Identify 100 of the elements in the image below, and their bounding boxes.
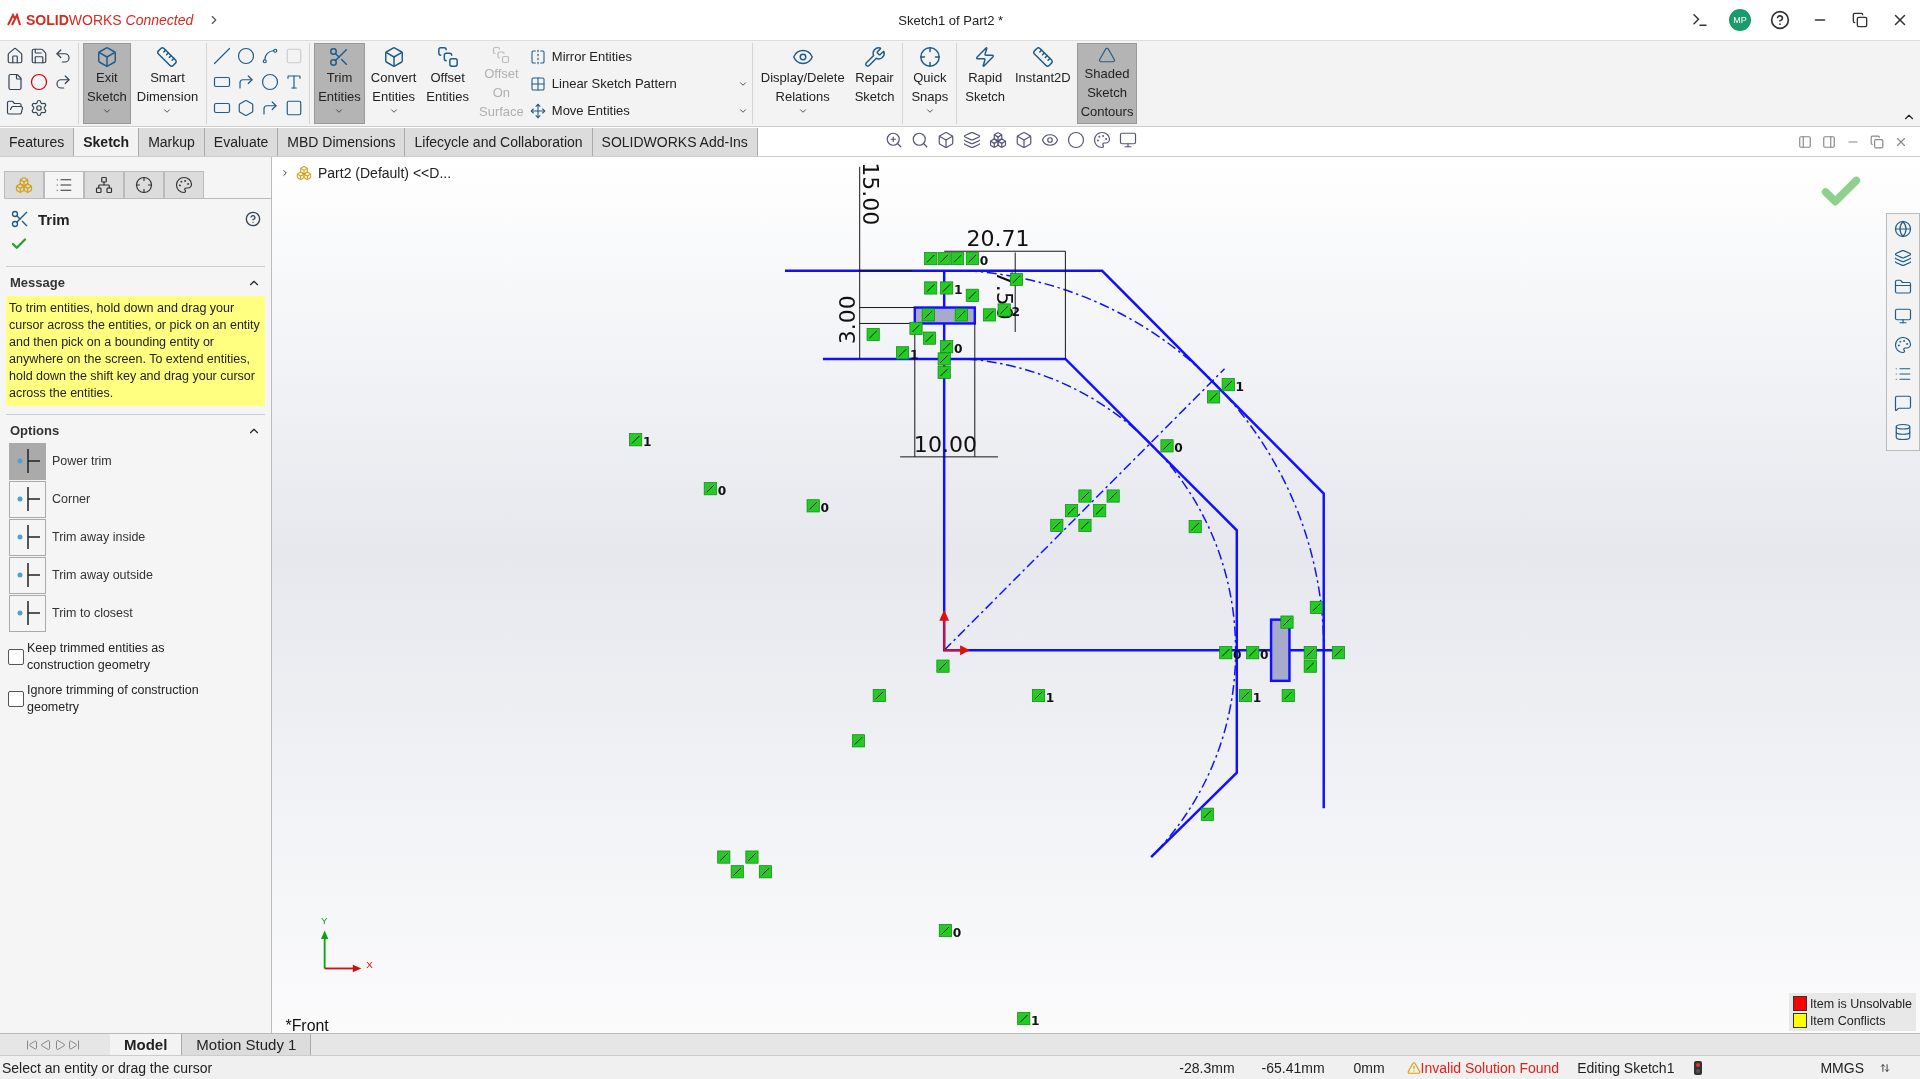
scene-icon[interactable] (1092, 131, 1111, 149)
restore-icon[interactable] (1852, 12, 1868, 28)
view-icon[interactable] (936, 131, 955, 149)
lightning-icon[interactable] (974, 46, 997, 68)
dotted-square-icon[interactable] (285, 46, 304, 65)
caret-icon[interactable] (162, 106, 173, 116)
previous-icon[interactable] (40, 1038, 52, 1051)
panel-tab[interactable] (124, 171, 164, 198)
database-icon[interactable] (1894, 423, 1912, 441)
text-tool-icon[interactable] (285, 73, 304, 91)
command-tab[interactable]: SOLIDWORKS Add-Ins (592, 127, 758, 156)
unit-system[interactable]: MMGS (1820, 1059, 1864, 1076)
folder-icon[interactable] (6, 99, 24, 118)
property-list-icon[interactable] (55, 176, 73, 194)
help-icon[interactable] (1770, 10, 1790, 30)
settings-icon[interactable] (30, 99, 48, 118)
terminal-icon[interactable] (1691, 11, 1709, 29)
ribbon-button[interactable]: Display/Delete Relations (756, 43, 849, 124)
command-tab[interactable]: Lifecycle and Collaboration (405, 127, 593, 156)
option-button[interactable] (9, 556, 46, 594)
ribbon-button[interactable]: Repair Sketch (850, 43, 899, 124)
ribbon-button[interactable]: Rapid Sketch (961, 43, 1009, 124)
offset-icon[interactable] (436, 46, 459, 68)
section-view-icon[interactable] (962, 131, 981, 149)
properties-icon[interactable] (1894, 365, 1912, 383)
view-orientation-icon[interactable] (988, 131, 1007, 149)
mirror-icon[interactable] (529, 48, 546, 65)
ribbon-button[interactable]: Move Entities (529, 97, 748, 124)
zoom-fit-icon[interactable] (884, 131, 903, 149)
new-document-icon[interactable] (6, 73, 24, 91)
circle-tool-icon[interactable] (237, 46, 256, 65)
expand-icon[interactable] (280, 168, 290, 178)
solve-status[interactable]: Invalid Solution Found (1420, 1059, 1560, 1076)
dimension-icon[interactable] (156, 46, 179, 68)
ribbon-button[interactable]: Exit Sketch (83, 43, 131, 124)
model-tab[interactable]: Motion Study 1 (182, 1034, 312, 1055)
option-button[interactable] (9, 480, 46, 518)
snap-icon[interactable] (918, 46, 941, 68)
ribbon-button[interactable]: Trim Entities (314, 43, 365, 124)
appearance-icon[interactable] (1066, 131, 1085, 149)
globe-icon[interactable] (1894, 220, 1912, 238)
units-caret-icon[interactable] (1880, 1062, 1890, 1073)
zoom-area-icon[interactable] (910, 131, 929, 149)
caret-icon[interactable] (797, 106, 808, 116)
monitor-icon[interactable] (1118, 131, 1137, 149)
visibility-icon[interactable] (1040, 131, 1059, 149)
home-icon[interactable] (6, 46, 24, 65)
first-icon[interactable] (26, 1038, 38, 1051)
folder-icon[interactable] (1894, 278, 1912, 296)
panel-right-icon[interactable] (1822, 134, 1836, 149)
appearance-icon[interactable] (1894, 336, 1912, 354)
crosshair-icon[interactable] (135, 176, 153, 194)
ribbon-button[interactable]: Instant2D (1011, 43, 1075, 124)
ribbon-button[interactable]: Shaded Sketch Contours (1076, 43, 1138, 124)
forum-icon[interactable] (1894, 394, 1912, 412)
line-tool-icon[interactable] (213, 46, 232, 65)
next-icon[interactable] (54, 1038, 66, 1051)
command-tab[interactable]: Sketch (74, 127, 140, 156)
panel-tab[interactable] (164, 171, 204, 198)
model-tab[interactable]: Model (110, 1034, 183, 1055)
save-icon[interactable] (30, 46, 48, 65)
option-button[interactable] (9, 594, 46, 632)
checkbox[interactable] (8, 649, 24, 665)
configuration-icon[interactable] (95, 176, 113, 194)
user-avatar[interactable]: MP (1729, 9, 1751, 31)
command-tab[interactable]: Features (0, 127, 75, 156)
option-button[interactable] (9, 518, 46, 556)
repair-icon[interactable] (863, 46, 886, 68)
ribbon-button[interactable]: Convert Entities (366, 43, 421, 124)
cube-icon[interactable] (382, 46, 405, 68)
tree-item[interactable]: Part2 (Default) <<D... (318, 165, 452, 181)
ribbon-button[interactable]: Mirror Entities (529, 43, 748, 70)
view-palette-icon[interactable] (1894, 307, 1912, 325)
arc-tool-icon[interactable] (237, 73, 256, 91)
undo-icon[interactable] (54, 46, 72, 65)
ribbon-button[interactable]: Smart Dimension (132, 43, 203, 124)
caret-icon[interactable] (334, 106, 345, 116)
trim-icon[interactable] (10, 209, 30, 229)
last-icon[interactable] (68, 1038, 80, 1051)
pattern-icon[interactable] (529, 75, 546, 92)
polygon-tool-icon[interactable] (237, 99, 256, 118)
caret-icon[interactable] (924, 106, 935, 116)
point-tool-icon[interactable] (285, 99, 304, 118)
caret-icon[interactable] (101, 106, 112, 116)
caret-icon[interactable] (388, 106, 399, 116)
command-tab[interactable]: Markup (139, 127, 205, 156)
help-icon[interactable] (245, 211, 261, 227)
ribbon-button[interactable]: Quick Snaps (907, 43, 953, 124)
color-wheel-icon[interactable] (175, 176, 193, 194)
checkbox[interactable] (8, 691, 24, 707)
ribbon-button[interactable]: Linear Sketch Pattern (529, 70, 748, 97)
redo-icon[interactable] (54, 73, 72, 91)
library-icon[interactable] (1894, 249, 1912, 267)
command-tab[interactable]: MBD Dimensions (278, 127, 406, 156)
panel-tab[interactable] (84, 171, 124, 198)
option-button[interactable] (9, 442, 46, 480)
display-style-icon[interactable] (1014, 131, 1033, 149)
ellipse-tool-icon[interactable] (261, 73, 280, 91)
ribbon-button[interactable]: Offset Entities (422, 43, 473, 124)
panel-left-icon[interactable] (1798, 134, 1812, 149)
